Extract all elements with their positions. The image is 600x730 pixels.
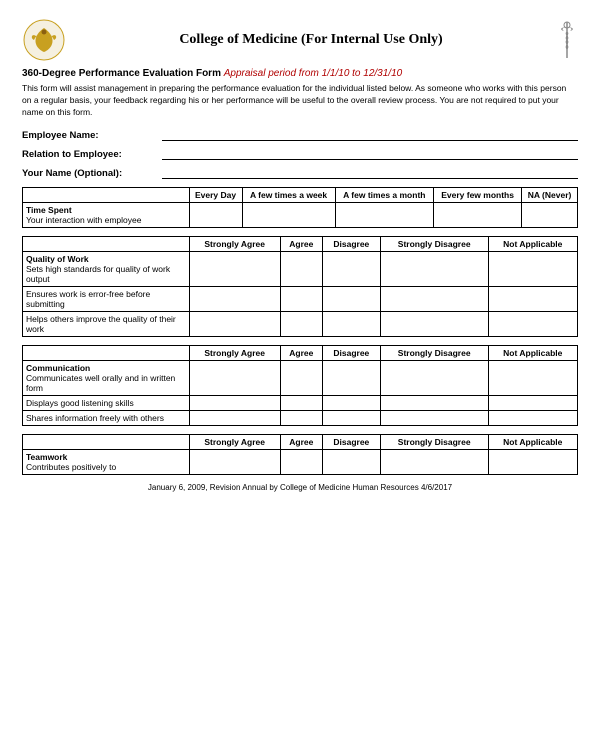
- employee-name-input[interactable]: [162, 127, 578, 141]
- cell[interactable]: [280, 286, 322, 311]
- col-few-times-week: A few times a week: [242, 187, 335, 202]
- cell[interactable]: [380, 360, 488, 395]
- cell[interactable]: [280, 395, 322, 410]
- cell[interactable]: [488, 395, 577, 410]
- table-row: CommunicationCommunicates well orally an…: [23, 360, 578, 395]
- table-row: Shares information freely with others: [23, 410, 578, 425]
- col-strongly-agree: Strongly Agree: [189, 236, 280, 251]
- table-row: Time SpentYour interaction with employee: [23, 202, 578, 227]
- form-title: 360-Degree Performance Evaluation Form A…: [22, 68, 578, 79]
- form-description: This form will assist management in prep…: [22, 83, 578, 119]
- cell[interactable]: [488, 410, 577, 425]
- cell[interactable]: [380, 410, 488, 425]
- cell[interactable]: [380, 251, 488, 286]
- cell[interactable]: [380, 286, 488, 311]
- col-strongly-disagree: Strongly Disagree: [380, 236, 488, 251]
- cell[interactable]: [488, 251, 577, 286]
- cell[interactable]: [280, 449, 322, 474]
- col-not-applicable: Not Applicable: [488, 345, 577, 360]
- cell[interactable]: [189, 360, 280, 395]
- cell[interactable]: [380, 449, 488, 474]
- col-disagree: Disagree: [322, 345, 380, 360]
- row-shares-info: Shares information freely with others: [23, 410, 190, 425]
- left-logo-icon: [22, 18, 66, 62]
- cell[interactable]: [280, 410, 322, 425]
- page-title: College of Medicine (For Internal Use On…: [66, 32, 556, 48]
- quality-of-work-table: Strongly Agree Agree Disagree Strongly D…: [22, 236, 578, 337]
- cell[interactable]: [322, 360, 380, 395]
- cell[interactable]: [488, 360, 577, 395]
- col-not-applicable: Not Applicable: [488, 434, 577, 449]
- table-row: Ensures work is error-free before submit…: [23, 286, 578, 311]
- cell[interactable]: [322, 410, 380, 425]
- cell[interactable]: [189, 311, 280, 336]
- communication-section-label: CommunicationCommunicates well orally an…: [23, 360, 190, 395]
- col-strongly-disagree: Strongly Disagree: [380, 345, 488, 360]
- table-row: TeamworkContributes positively to: [23, 449, 578, 474]
- cell[interactable]: [434, 202, 522, 227]
- col-disagree: Disagree: [322, 236, 380, 251]
- communication-table: Strongly Agree Agree Disagree Strongly D…: [22, 345, 578, 426]
- your-name-row: Your Name (Optional):: [22, 165, 578, 179]
- cell[interactable]: [189, 449, 280, 474]
- col-few-times-month: A few times a month: [335, 187, 434, 202]
- cell[interactable]: [322, 449, 380, 474]
- col-every-day: Every Day: [189, 187, 242, 202]
- time-spent-table: Every Day A few times a week A few times…: [22, 187, 578, 228]
- col-every-few-months: Every few months: [434, 187, 522, 202]
- cell[interactable]: [335, 202, 434, 227]
- cell[interactable]: [322, 395, 380, 410]
- row-helps-others: Helps others improve the quality of thei…: [23, 311, 190, 336]
- teamwork-table: Strongly Agree Agree Disagree Strongly D…: [22, 434, 578, 475]
- col-not-applicable: Not Applicable: [488, 236, 577, 251]
- cell[interactable]: [189, 251, 280, 286]
- time-spent-label: Time SpentYour interaction with employee: [23, 202, 190, 227]
- table-row: Quality of WorkSets high standards for q…: [23, 251, 578, 286]
- col-strongly-disagree: Strongly Disagree: [380, 434, 488, 449]
- header-center: College of Medicine (For Internal Use On…: [66, 32, 556, 48]
- cell[interactable]: [189, 395, 280, 410]
- cell[interactable]: [280, 360, 322, 395]
- cell[interactable]: [322, 286, 380, 311]
- cell[interactable]: [189, 410, 280, 425]
- quality-section-label: Quality of WorkSets high standards for q…: [23, 251, 190, 286]
- cell[interactable]: [322, 311, 380, 336]
- cell[interactable]: [189, 202, 242, 227]
- col-disagree: Disagree: [322, 434, 380, 449]
- relation-label: Relation to Employee:: [22, 149, 162, 160]
- teamwork-section-label: TeamworkContributes positively to: [23, 449, 190, 474]
- cell[interactable]: [189, 286, 280, 311]
- col-agree: Agree: [280, 345, 322, 360]
- table-row: Helps others improve the quality of thei…: [23, 311, 578, 336]
- cell[interactable]: [380, 395, 488, 410]
- cell[interactable]: [488, 286, 577, 311]
- col-agree: Agree: [280, 434, 322, 449]
- relation-input[interactable]: [162, 146, 578, 160]
- employee-name-row: Employee Name:: [22, 127, 578, 141]
- your-name-input[interactable]: [162, 165, 578, 179]
- cell[interactable]: [380, 311, 488, 336]
- col-agree: Agree: [280, 236, 322, 251]
- cell[interactable]: [322, 251, 380, 286]
- right-logo-icon: [556, 18, 578, 62]
- row-listening: Displays good listening skills: [23, 395, 190, 410]
- your-name-label: Your Name (Optional):: [22, 168, 162, 179]
- cell[interactable]: [522, 202, 578, 227]
- employee-name-label: Employee Name:: [22, 130, 162, 141]
- cell[interactable]: [280, 251, 322, 286]
- cell[interactable]: [488, 311, 577, 336]
- footer-text: January 6, 2009, Revision Annual by Coll…: [22, 483, 578, 492]
- col-na-never: NA (Never): [522, 187, 578, 202]
- cell[interactable]: [280, 311, 322, 336]
- page-header: College of Medicine (For Internal Use On…: [22, 18, 578, 62]
- cell[interactable]: [242, 202, 335, 227]
- row-error-free: Ensures work is error-free before submit…: [23, 286, 190, 311]
- col-strongly-agree: Strongly Agree: [189, 434, 280, 449]
- table-row: Displays good listening skills: [23, 395, 578, 410]
- col-strongly-agree: Strongly Agree: [189, 345, 280, 360]
- relation-row: Relation to Employee:: [22, 146, 578, 160]
- cell[interactable]: [488, 449, 577, 474]
